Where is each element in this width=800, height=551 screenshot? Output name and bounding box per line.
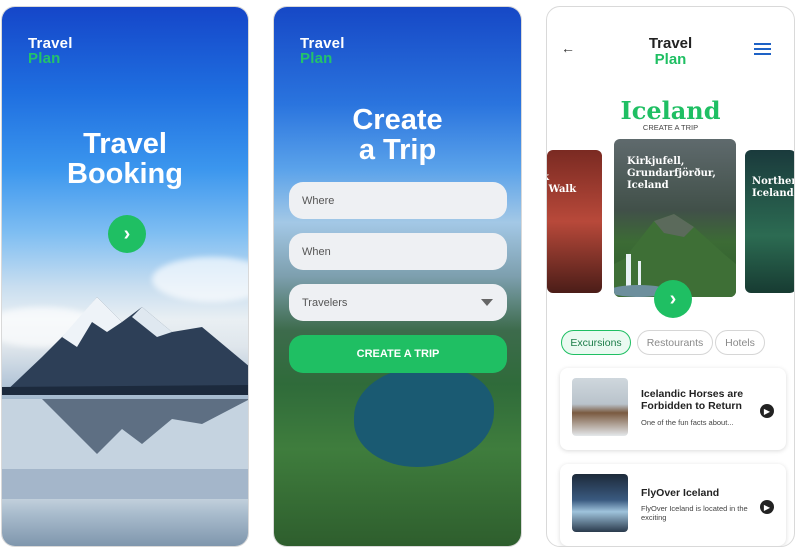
destination-card[interactable]: Norther Iceland [745,150,795,293]
caret-down-icon [481,299,493,306]
chevron-right-icon[interactable]: ▶ [760,500,774,514]
tab-hotels[interactable]: Hotels [715,330,765,355]
screen-travel-booking: Travel Plan Travel Booking › [1,6,249,547]
chevron-right-icon[interactable]: ▶ [760,404,774,418]
where-field[interactable]: Where [289,182,507,219]
brand-line1: Travel [28,35,73,52]
title-line1: Create [352,104,443,136]
item-title: Icelandic Horses are Forbidden to Return [641,388,744,412]
card-title: rik as Walk [547,172,577,195]
country-title: Iceland [620,96,721,125]
title-line2: a Trip [358,134,437,166]
title-line2: Booking [67,158,183,190]
horses-thumbnail [572,378,628,436]
brand-line2: Plan [28,50,61,67]
create-trip-label: CREATE A TRIP [356,348,440,360]
brand-line1: Travel [300,35,345,52]
brand-logo: Travel Plan [28,36,73,66]
page-title: Create a Trip [274,105,521,165]
list-item[interactable]: Icelandic Horses are Forbidden to Return… [560,368,786,450]
item-description: FlyOver Iceland is located in the exciti… [641,504,748,522]
water-reflection [2,399,248,499]
when-field[interactable]: When [289,233,507,270]
title-line1: Travel [83,128,167,160]
travelers-select[interactable]: Travelers [289,284,507,321]
card-title: Norther Iceland [752,176,795,199]
tab-excursions[interactable]: Excursions [561,330,631,355]
destination-card-kirkjufell[interactable]: Kirkjufell, Grundarfjörður, Iceland [614,139,736,297]
country-subtitle: CREATE A TRIP [642,123,699,132]
tab-label: Hotels [725,336,755,349]
destination-card[interactable]: rik as Walk [547,150,602,293]
tab-label: Restourants [646,336,704,349]
list-item[interactable]: FlyOver Iceland FlyOver Iceland is locat… [560,464,786,546]
tab-restourants[interactable]: Restourants [637,330,713,355]
item-title: FlyOver Iceland [641,487,720,499]
travelers-placeholder: Travelers [302,296,348,309]
brand-line2: Plan [300,50,333,67]
screen-destination: ← Travel Plan Iceland CREATE A TRIP rik … [546,6,795,547]
background-image [274,7,521,546]
brand-logo: Travel Plan [300,36,345,66]
when-placeholder: When [302,245,331,258]
flyover-thumbnail [572,474,628,532]
chevron-right-icon: › [669,287,677,310]
page-title: Travel Booking [2,129,248,189]
mountain-illustration [2,297,248,395]
menu-icon[interactable] [754,43,771,58]
screen-create-trip: Travel Plan Create a Trip Where When Tra… [273,6,522,547]
chevron-right-icon: › [123,222,131,245]
next-button[interactable]: › [654,280,692,318]
tab-label: Excursions [570,336,622,349]
card-title: Kirkjufell, Grundarfjörður, Iceland [627,156,716,191]
where-placeholder: Where [302,194,335,207]
create-trip-button[interactable]: CREATE A TRIP [289,335,507,373]
item-description: One of the fun facts about... [641,418,734,427]
next-button[interactable]: › [108,215,146,253]
